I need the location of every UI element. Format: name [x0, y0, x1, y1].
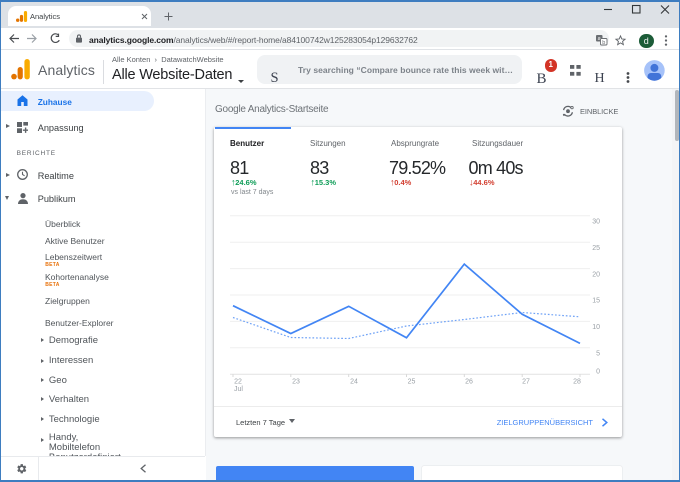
svg-text:23: 23 — [292, 379, 300, 386]
svg-text:b: b — [602, 40, 605, 46]
svg-text:30: 30 — [592, 219, 600, 226]
svg-text:5: 5 — [596, 351, 600, 358]
svg-text:15: 15 — [592, 298, 600, 305]
svg-text:25: 25 — [592, 245, 600, 252]
svg-text:0: 0 — [596, 369, 600, 376]
svg-text:26: 26 — [465, 379, 473, 386]
svg-text:25: 25 — [408, 379, 416, 386]
svg-text:24: 24 — [350, 379, 358, 386]
svg-text:20: 20 — [592, 271, 600, 278]
svg-text:22: 22 — [234, 379, 242, 386]
svg-text:10: 10 — [592, 324, 600, 331]
svg-text:28: 28 — [573, 379, 581, 386]
svg-text:Jul: Jul — [234, 386, 243, 393]
svg-text:27: 27 — [522, 379, 530, 386]
